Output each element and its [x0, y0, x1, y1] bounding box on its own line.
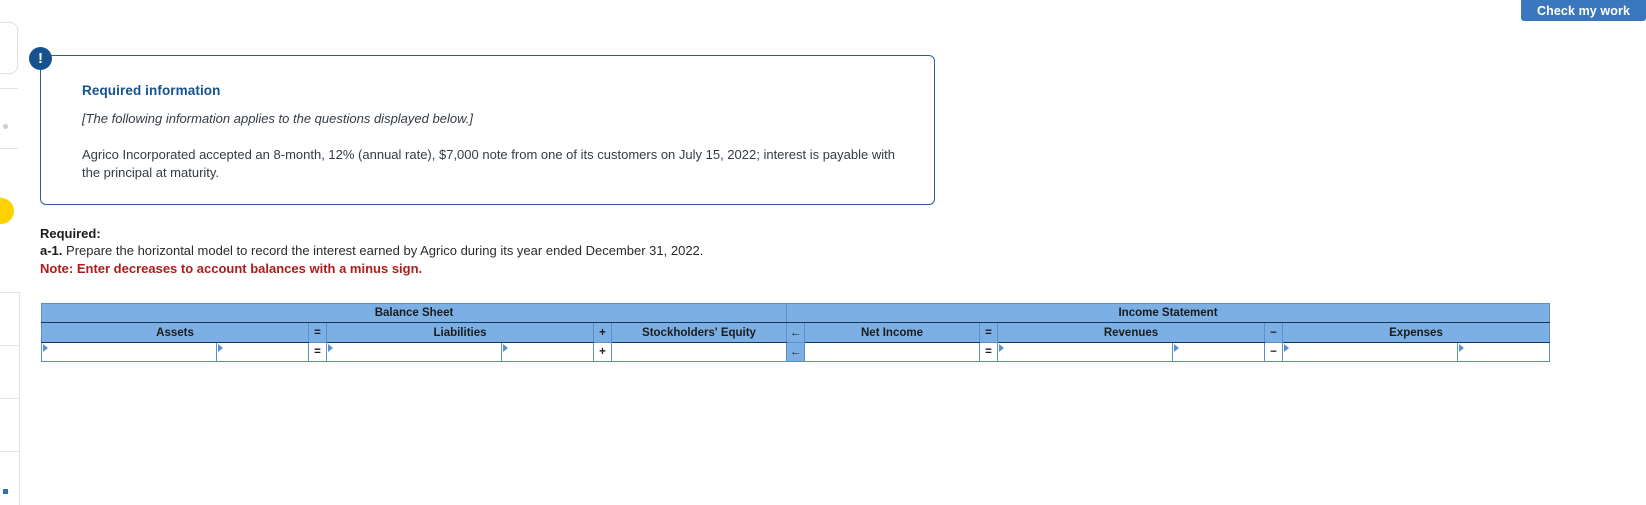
- group-header-balance-sheet: Balance Sheet: [41, 303, 787, 323]
- assets-amount-input[interactable]: [217, 345, 308, 361]
- exclamation-icon: !: [29, 47, 52, 70]
- operator-equals-2: =: [979, 322, 998, 343]
- sidebar-dot-icon: [3, 124, 8, 129]
- operator-minus: −: [1264, 322, 1283, 343]
- column-header-expenses: Expenses: [1282, 322, 1550, 343]
- entry-operator-minus: −: [1264, 342, 1283, 362]
- horizontal-model-table-wrapper: Balance Sheet Income Statement Assets = …: [41, 303, 1550, 362]
- liabilities-account-input[interactable]: [327, 345, 501, 361]
- column-header-net-income: Net Income: [804, 322, 980, 343]
- operator-left-arrow: ←: [786, 322, 805, 343]
- required-item-text: Prepare the horizontal model to record t…: [62, 243, 704, 258]
- stockholders-equity-cell[interactable]: [611, 342, 787, 362]
- liabilities-amount-select[interactable]: [501, 342, 594, 362]
- entry-operator-left-arrow: ←: [786, 342, 805, 362]
- revenues-amount-input[interactable]: [1173, 345, 1264, 361]
- group-header-income-statement: Income Statement: [786, 303, 1550, 323]
- sidebar-divider-5: [0, 398, 20, 399]
- expenses-amount-select[interactable]: [1457, 342, 1550, 362]
- sidebar-card-primary: [0, 22, 18, 74]
- column-header-stockholders-equity: Stockholders' Equity: [611, 322, 787, 343]
- minus-sign-note: Note: Enter decreases to account balance…: [40, 261, 423, 276]
- entry-operator-equals-1: =: [308, 342, 327, 362]
- net-income-input[interactable]: [805, 345, 979, 361]
- required-item-label: a-1.: [40, 243, 63, 258]
- required-heading: Required:: [40, 226, 101, 241]
- sidebar-active-marker: [3, 489, 8, 494]
- assets-account-select[interactable]: [41, 342, 217, 362]
- table-entry-row: = + ← = −: [41, 342, 1550, 362]
- check-my-work-button[interactable]: Check my work: [1521, 0, 1646, 21]
- net-income-cell[interactable]: [804, 342, 980, 362]
- revenues-account-select[interactable]: [997, 342, 1173, 362]
- expenses-account-input[interactable]: [1283, 345, 1457, 361]
- assets-account-input[interactable]: [42, 345, 216, 361]
- sidebar-divider-6: [0, 451, 20, 452]
- applies-below-note: [The following information applies to th…: [82, 111, 473, 126]
- assets-amount-select[interactable]: [216, 342, 309, 362]
- required-block: Required: a-1. Prepare the horizontal mo…: [40, 225, 703, 277]
- revenues-amount-select[interactable]: [1172, 342, 1265, 362]
- liabilities-account-select[interactable]: [326, 342, 502, 362]
- sidebar-divider-2: [0, 148, 18, 149]
- sidebar-divider-4: [0, 345, 20, 346]
- sidebar-divider-1: [0, 88, 18, 89]
- column-header-assets: Assets: [41, 322, 309, 343]
- sidebar-divider-3: [0, 292, 20, 293]
- operator-equals-1: =: [308, 322, 327, 343]
- column-header-revenues: Revenues: [997, 322, 1265, 343]
- page-root: Check my work Required information [The …: [0, 0, 1646, 505]
- expenses-account-select[interactable]: [1282, 342, 1458, 362]
- expenses-amount-input[interactable]: [1458, 345, 1549, 361]
- revenues-account-input[interactable]: [998, 345, 1172, 361]
- required-information-panel: Required information [The following info…: [40, 55, 935, 205]
- sidebar-progress-badge[interactable]: [0, 198, 14, 224]
- required-information-title: Required information: [82, 83, 221, 98]
- scenario-text: Agrico Incorporated accepted an 8-month,…: [82, 147, 895, 180]
- table-column-header-row: Assets = Liabilities + Stockholders' Equ…: [41, 322, 1550, 343]
- column-header-liabilities: Liabilities: [326, 322, 594, 343]
- entry-operator-plus: +: [593, 342, 612, 362]
- table-group-header-row: Balance Sheet Income Statement: [41, 303, 1550, 323]
- entry-operator-equals-2: =: [979, 342, 998, 362]
- horizontal-model-table: Balance Sheet Income Statement Assets = …: [41, 303, 1550, 362]
- liabilities-amount-input[interactable]: [502, 345, 593, 361]
- required-item-a1: a-1. Prepare the horizontal model to rec…: [40, 242, 703, 259]
- operator-plus: +: [593, 322, 612, 343]
- stockholders-equity-input[interactable]: [612, 345, 786, 361]
